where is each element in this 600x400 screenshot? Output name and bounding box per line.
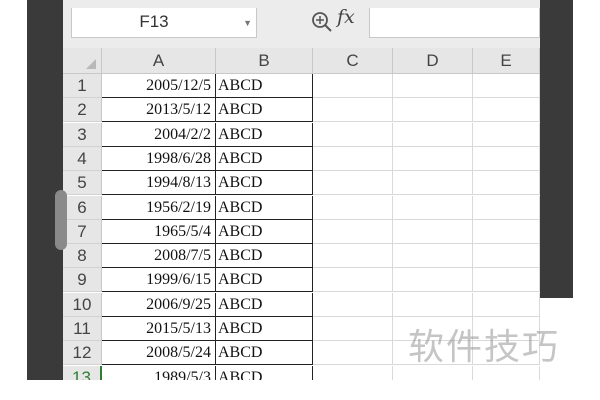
cell-c13[interactable] (313, 365, 393, 380)
cell-b6[interactable]: ABCD (216, 195, 313, 220)
cell-e8[interactable] (473, 244, 540, 269)
cell-a3[interactable]: 2004/2/2 (102, 122, 216, 147)
cell-a6[interactable]: 1956/2/19 (102, 195, 216, 220)
cell-a12[interactable]: 2008/5/24 (102, 341, 216, 366)
cell-b5[interactable]: ABCD (216, 171, 313, 196)
cell-e2[interactable] (473, 98, 540, 123)
cell-e5[interactable] (473, 171, 540, 196)
cell-c10[interactable] (313, 292, 393, 317)
cell-c5[interactable] (313, 171, 393, 196)
cell-a10[interactable]: 2006/9/25 (102, 292, 216, 317)
row-header[interactable]: 11 (63, 317, 102, 341)
cell-b2[interactable]: ABCD (216, 98, 313, 123)
cell-a7[interactable]: 1965/5/4 (102, 219, 216, 244)
cell-a2[interactable]: 2013/5/12 (102, 98, 216, 123)
cell-e9[interactable] (473, 268, 540, 293)
cell-c2[interactable] (313, 98, 393, 123)
cell-a4[interactable]: 1998/6/28 (102, 146, 216, 171)
cell-a8[interactable]: 2008/7/5 (102, 244, 216, 269)
cell-c7[interactable] (313, 219, 393, 244)
cell-d9[interactable] (393, 268, 473, 293)
column-header-d[interactable]: D (393, 48, 473, 74)
cell-b10[interactable]: ABCD (216, 292, 313, 317)
row-header[interactable]: 13 (63, 365, 102, 380)
cell-c9[interactable] (313, 268, 393, 293)
row-header[interactable]: 2 (63, 98, 102, 123)
cell-b7[interactable]: ABCD (216, 219, 313, 244)
chevron-down-icon[interactable]: ▼ (243, 18, 252, 28)
row-header[interactable]: 8 (63, 244, 102, 269)
cell-c11[interactable] (313, 317, 393, 341)
cell-c1[interactable] (313, 74, 393, 98)
row-header[interactable]: 3 (63, 122, 102, 147)
fx-icon[interactable]: fx (337, 6, 355, 28)
row-header[interactable]: 5 (63, 171, 102, 196)
row-header[interactable]: 9 (63, 268, 102, 293)
cell-d6[interactable] (393, 195, 473, 220)
cell-c6[interactable] (313, 195, 393, 220)
cell-e4[interactable] (473, 146, 540, 171)
cell-a9[interactable]: 1999/6/15 (102, 268, 216, 293)
row-header[interactable]: 6 (63, 195, 102, 220)
cell-d10[interactable] (393, 292, 473, 317)
row-header[interactable]: 12 (63, 341, 102, 366)
column-header-c[interactable]: C (313, 48, 393, 74)
cell-b1[interactable]: ABCD (216, 74, 313, 98)
cell-c8[interactable] (313, 244, 393, 269)
cell-d4[interactable] (393, 146, 473, 171)
cell-b3[interactable]: ABCD (216, 122, 313, 147)
cell-e6[interactable] (473, 195, 540, 220)
cell-d1[interactable] (393, 74, 473, 98)
cell-b4[interactable]: ABCD (216, 146, 313, 171)
select-all-corner[interactable] (63, 48, 102, 74)
name-box-value: F13 (139, 12, 169, 31)
cell-e7[interactable] (473, 219, 540, 244)
formula-input[interactable] (369, 8, 540, 38)
cell-c3[interactable] (313, 122, 393, 147)
cell-b8[interactable]: ABCD (216, 244, 313, 269)
row-header[interactable]: 7 (63, 219, 102, 244)
cell-b11[interactable]: ABCD (216, 317, 313, 341)
cell-a13[interactable]: 1989/5/3 (102, 365, 216, 380)
cell-c4[interactable] (313, 146, 393, 171)
row-header[interactable]: 4 (63, 146, 102, 171)
zoom-icon[interactable] (310, 10, 334, 34)
cell-e10[interactable] (473, 292, 540, 317)
row-header[interactable]: 1 (63, 74, 102, 98)
cell-e3[interactable] (473, 122, 540, 147)
cell-d3[interactable] (393, 122, 473, 147)
cell-e1[interactable] (473, 74, 540, 98)
scroll-handle[interactable] (55, 190, 67, 250)
cell-d5[interactable] (393, 171, 473, 196)
column-header-e[interactable]: E (473, 48, 540, 74)
cell-a5[interactable]: 1994/8/13 (102, 171, 216, 196)
column-header-b[interactable]: B (216, 48, 313, 74)
cell-b9[interactable]: ABCD (216, 268, 313, 293)
cell-b12[interactable]: ABCD (216, 341, 313, 366)
cell-a1[interactable]: 2005/12/5 (102, 74, 216, 98)
cell-d8[interactable] (393, 244, 473, 269)
background-right (540, 0, 573, 298)
cell-d7[interactable] (393, 219, 473, 244)
cell-d2[interactable] (393, 98, 473, 123)
formula-bar: F13 ▼ fx (63, 0, 540, 48)
cell-b13[interactable]: ABCD (216, 365, 313, 380)
cell-a11[interactable]: 2015/5/13 (102, 317, 216, 341)
watermark: 软件技巧 (408, 327, 561, 368)
name-box[interactable]: F13 ▼ (71, 8, 257, 38)
column-header-a[interactable]: A (102, 48, 216, 74)
cell-c12[interactable] (313, 341, 393, 366)
row-header[interactable]: 10 (63, 292, 102, 317)
